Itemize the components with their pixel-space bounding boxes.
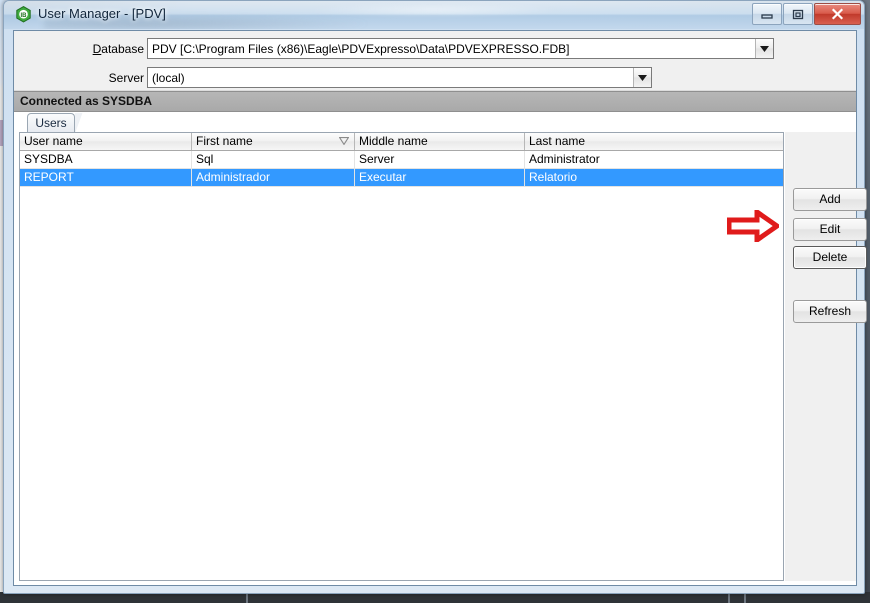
database-dropdown-arrow[interactable] xyxy=(755,39,773,58)
cell-last-name: Relatorio xyxy=(529,170,578,184)
connection-form: Database PDV [C:\Program Files (x86)\Eag… xyxy=(14,31,856,91)
glass-highlight-artifact xyxy=(304,3,564,17)
table-row[interactable]: REPORT Administrador Executar Relatorio xyxy=(20,169,783,187)
minimize-button[interactable] xyxy=(752,3,782,25)
cell-middle-name: Executar xyxy=(355,169,525,186)
tab-users[interactable]: Users xyxy=(27,113,75,133)
column-header-first-name[interactable]: First name xyxy=(192,133,355,150)
cell-user-name: REPORT xyxy=(20,169,192,186)
cell-last-name: Administrator xyxy=(529,152,600,166)
server-label: Server xyxy=(108,71,144,85)
grid-header-row: User name First name Middle name Last na… xyxy=(20,133,783,151)
interbase-ib-icon: IB xyxy=(16,6,31,23)
maximize-button[interactable] xyxy=(783,3,813,25)
column-header-first-name-label: First name xyxy=(196,134,253,148)
edit-button[interactable]: Edit xyxy=(793,218,867,241)
database-value: PDV [C:\Program Files (x86)\Eagle\PDVExp… xyxy=(152,41,570,56)
connection-status-bar: Connected as SYSDBA xyxy=(14,91,856,112)
minimize-icon xyxy=(761,14,773,19)
users-grid[interactable]: User name First name Middle name Last na… xyxy=(19,132,784,581)
server-combobox[interactable]: (local) xyxy=(147,67,652,88)
close-button[interactable] xyxy=(814,3,861,25)
taskbar-divider xyxy=(246,594,248,603)
cell-first-name: Administrador xyxy=(192,169,355,186)
maximize-icon xyxy=(792,9,804,19)
window-title-bar[interactable]: IB User Manager - [PDV] xyxy=(4,1,864,29)
status-text: Connected as SYSDBA xyxy=(20,94,153,108)
column-header-middle-name[interactable]: Middle name xyxy=(355,133,525,150)
tab-strip: Users xyxy=(19,113,856,134)
taskbar-divider xyxy=(728,594,730,603)
delete-button[interactable]: Delete xyxy=(793,246,867,269)
grid-empty-area xyxy=(20,187,783,205)
column-header-last-name[interactable]: Last name xyxy=(525,133,783,150)
window-title-text: User Manager - [PDV] xyxy=(38,6,166,21)
cell-middle-name: Server xyxy=(355,151,525,168)
cell-first-name: Sql xyxy=(192,151,355,168)
window-client-area: Database PDV [C:\Program Files (x86)\Eag… xyxy=(13,30,867,586)
add-button[interactable]: Add xyxy=(793,188,867,211)
chevron-down-icon xyxy=(638,74,647,81)
tab-fold-decoration xyxy=(75,113,85,134)
server-value: (local) xyxy=(152,70,185,85)
database-label: Database xyxy=(92,42,144,56)
refresh-button[interactable]: Refresh xyxy=(793,300,867,323)
window-controls xyxy=(752,3,861,25)
database-combobox[interactable]: PDV [C:\Program Files (x86)\Eagle\PDVExp… xyxy=(147,38,774,59)
svg-text:IB: IB xyxy=(21,13,28,19)
taskbar-divider xyxy=(744,594,746,603)
table-row[interactable]: SYSDBA Sql Server Administrator xyxy=(20,151,783,169)
column-header-user-name[interactable]: User name xyxy=(20,133,192,150)
server-dropdown-arrow[interactable] xyxy=(633,68,651,87)
cell-user-name: SYSDBA xyxy=(20,151,192,168)
close-icon xyxy=(831,8,844,20)
chevron-down-icon xyxy=(760,45,769,52)
sort-descending-icon xyxy=(339,137,349,145)
action-button-panel: Add Edit Delete Refresh xyxy=(785,132,867,581)
user-manager-window: IB User Manager - [PDV] Database PDV [C:… xyxy=(3,0,867,594)
